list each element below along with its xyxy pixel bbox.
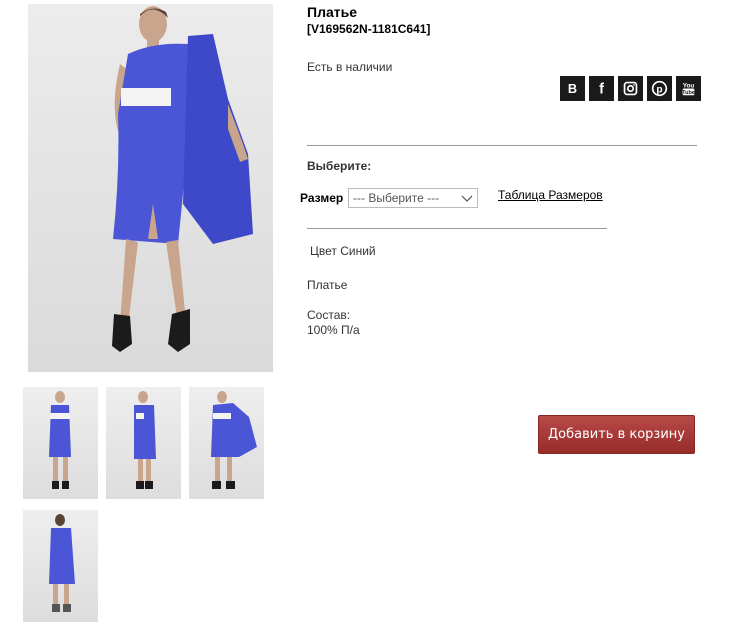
divider xyxy=(307,145,697,146)
product-main-image[interactable] xyxy=(28,4,273,372)
vk-icon[interactable]: B xyxy=(560,76,585,101)
product-description: Платье xyxy=(307,278,348,292)
stock-status: Есть в наличии xyxy=(307,60,393,74)
instagram-icon[interactable] xyxy=(618,76,643,101)
youtube-icon[interactable]: You Tube xyxy=(676,76,701,101)
thumbnail-side[interactable] xyxy=(106,387,181,499)
thumbnail-back-illustration xyxy=(49,514,75,612)
thumbnail-cape-illustration xyxy=(211,391,257,489)
composition-value: 100% П/а xyxy=(307,323,360,337)
thumbnail-front-illustration xyxy=(49,391,71,489)
product-color: Цвет Синий xyxy=(310,244,376,258)
composition-label: Состав: xyxy=(307,308,351,322)
chevron-down-icon xyxy=(461,195,473,202)
svg-text:f: f xyxy=(599,82,604,97)
divider xyxy=(307,228,607,229)
thumbnail-back[interactable] xyxy=(23,510,98,622)
social-links: B f p You Tube xyxy=(560,76,701,101)
product-sku: [V169562N-1181C641] xyxy=(307,22,431,36)
size-select[interactable]: --- Выберите --- xyxy=(348,188,478,208)
size-label: Размер xyxy=(300,191,344,205)
add-to-cart-button[interactable]: Добавить в корзину xyxy=(538,415,695,454)
svg-text:Tube: Tube xyxy=(682,90,695,96)
choose-heading: Выберите: xyxy=(307,159,372,173)
pinterest-icon[interactable]: p xyxy=(647,76,672,101)
size-select-value: --- Выберите --- xyxy=(353,191,440,205)
facebook-icon[interactable]: f xyxy=(589,76,614,101)
svg-text:p: p xyxy=(656,84,662,95)
svg-text:B: B xyxy=(568,81,577,96)
thumbnail-side-illustration xyxy=(134,391,156,489)
thumbnail-cape[interactable] xyxy=(189,387,264,499)
dress-photo-illustration xyxy=(112,6,253,352)
thumbnail-front[interactable] xyxy=(23,387,98,499)
product-title: Платье xyxy=(307,4,357,20)
size-table-link[interactable]: Таблица Размеров xyxy=(498,188,603,202)
